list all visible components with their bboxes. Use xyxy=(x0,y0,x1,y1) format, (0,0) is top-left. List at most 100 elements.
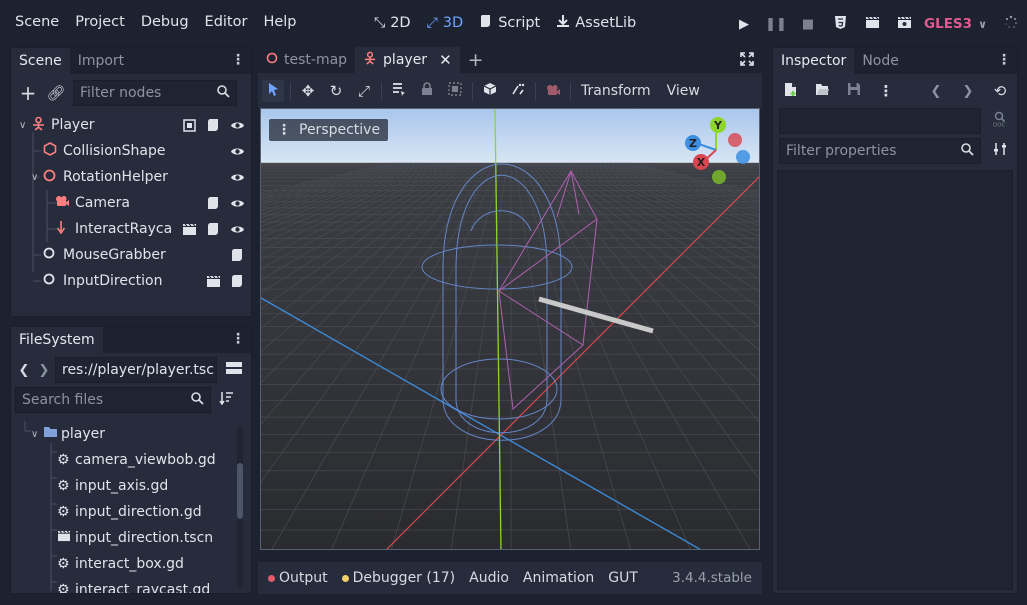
scrollbar-thumb[interactable] xyxy=(237,463,243,519)
new-tab-button[interactable]: + xyxy=(460,47,492,73)
clapper-icon[interactable] xyxy=(205,273,221,289)
add-node-button[interactable]: + xyxy=(17,81,39,105)
script-icon[interactable] xyxy=(205,117,221,133)
open-docs-button[interactable]: DOC xyxy=(989,110,1011,132)
list-select-button[interactable] xyxy=(388,80,410,102)
animation-button[interactable]: Animation xyxy=(523,570,594,586)
menu-editor[interactable]: Editor xyxy=(197,14,256,30)
scrollbar[interactable] xyxy=(237,427,243,587)
debugger-button[interactable]: Debugger (17) xyxy=(341,570,455,586)
play-scene-button[interactable] xyxy=(856,12,888,36)
dock-menu-icon[interactable]: ⋮ xyxy=(997,52,1011,68)
tab-test-map[interactable]: test-map xyxy=(258,47,355,73)
load-resource-button[interactable] xyxy=(811,80,833,102)
tab-import[interactable]: Import xyxy=(70,48,132,74)
eye-icon[interactable] xyxy=(229,117,245,133)
play-button[interactable]: ▶ xyxy=(728,12,760,36)
renderer-select[interactable]: GLES3 ∨ xyxy=(924,16,987,32)
orientation-gizmo[interactable]: Y Z X xyxy=(681,115,751,185)
script-attached-icon[interactable] xyxy=(181,117,197,133)
group-button[interactable] xyxy=(444,80,466,102)
rotate-tool-button[interactable]: ↻ xyxy=(325,80,347,102)
workspace-script-button[interactable]: Script xyxy=(479,14,540,32)
perspective-menu[interactable]: ⋮ Perspective xyxy=(269,119,389,141)
gizmo-y-label: Y xyxy=(713,119,723,132)
script-icon[interactable] xyxy=(205,221,221,237)
sort-button[interactable] xyxy=(215,389,237,411)
menu-scene[interactable]: Scene xyxy=(7,14,67,30)
collapse-arrow-icon[interactable]: ∨ xyxy=(19,120,31,131)
pause-icon: ❚❚ xyxy=(765,16,787,32)
tab-inspector[interactable]: Inspector xyxy=(773,48,855,74)
close-icon[interactable]: ✕ xyxy=(439,51,452,69)
collapse-arrow-icon[interactable]: ∨ xyxy=(31,172,43,183)
tree-row-inputdirection[interactable]: InputDirection xyxy=(11,268,251,294)
property-tools-button[interactable] xyxy=(989,140,1011,162)
history-button[interactable]: ⟲ xyxy=(989,80,1011,102)
camera-preview-button[interactable] xyxy=(542,80,564,102)
lock-button[interactable] xyxy=(416,80,438,102)
eye-icon[interactable] xyxy=(229,221,245,237)
tree-row-rotationhelper[interactable]: ∨ RotationHelper xyxy=(11,164,251,190)
filter-properties-input[interactable]: Filter properties xyxy=(779,138,982,164)
tree-row-interactraycast[interactable]: InteractRayca xyxy=(11,216,251,242)
scale-tool-button[interactable]: ⤢ xyxy=(353,80,375,102)
tree-row-mousegrabber[interactable]: MouseGrabber xyxy=(11,242,251,268)
tree-row-player[interactable]: ∨ Player xyxy=(11,112,251,138)
eye-icon[interactable] xyxy=(229,169,245,185)
forward-button[interactable]: ❯ xyxy=(35,359,53,381)
toggle-split-button[interactable] xyxy=(223,359,245,381)
instance-scene-button[interactable]: 🔗︎ xyxy=(45,82,67,104)
transform-menu[interactable]: Transform xyxy=(581,83,651,99)
filter-nodes-input[interactable]: Filter nodes xyxy=(73,80,237,106)
distraction-free-button[interactable] xyxy=(740,52,754,70)
gut-button[interactable]: GUT xyxy=(608,570,638,586)
output-button[interactable]: Output xyxy=(268,570,328,586)
clapper-icon xyxy=(865,16,880,33)
dock-menu-icon[interactable]: ⋮ xyxy=(231,331,245,347)
clapper-icon[interactable] xyxy=(181,221,197,237)
object-path-field[interactable] xyxy=(779,108,982,134)
workspace-assetlib-button[interactable]: AssetLib xyxy=(556,14,636,32)
stop-button[interactable]: ■ xyxy=(792,12,824,36)
tree-row-camera[interactable]: Camera xyxy=(11,190,251,216)
tree-label: InteractRayca xyxy=(75,221,171,237)
menu-help[interactable]: Help xyxy=(255,14,304,30)
back-button[interactable]: ❮ xyxy=(15,359,33,381)
play-custom-scene-button[interactable] xyxy=(888,12,920,36)
tab-scene[interactable]: Scene xyxy=(11,48,70,74)
tab-node[interactable]: Node xyxy=(854,48,907,74)
more-options-button[interactable]: ⋮ xyxy=(875,80,897,102)
local-space-button[interactable] xyxy=(479,80,501,102)
chevron-left-icon: ❮ xyxy=(930,83,942,99)
select-tool-button[interactable] xyxy=(262,79,284,102)
script-icon[interactable] xyxy=(229,273,245,289)
menu-debug[interactable]: Debug xyxy=(133,14,197,30)
menu-project[interactable]: Project xyxy=(67,14,133,30)
eye-icon[interactable] xyxy=(229,195,245,211)
audio-button[interactable]: Audio xyxy=(469,570,509,586)
collision-shape-icon xyxy=(43,142,63,160)
history-back-button[interactable]: ❮ xyxy=(925,80,947,102)
script-icon[interactable] xyxy=(205,195,221,211)
save-resource-button[interactable] xyxy=(843,80,865,102)
new-resource-button[interactable] xyxy=(779,80,801,102)
history-forward-button[interactable]: ❯ xyxy=(957,80,979,102)
play-html5-button[interactable] xyxy=(824,12,856,36)
script-icon[interactable] xyxy=(229,247,245,263)
move-tool-button[interactable]: ✥ xyxy=(297,80,319,102)
search-files-input[interactable]: Search files xyxy=(15,387,211,413)
tab-filesystem[interactable]: FileSystem xyxy=(11,327,103,353)
pause-button[interactable]: ❚❚ xyxy=(760,12,792,36)
view-menu[interactable]: View xyxy=(667,83,700,99)
eye-icon[interactable] xyxy=(229,143,245,159)
path-field[interactable]: res://player/player.tsc xyxy=(55,357,217,383)
tab-player[interactable]: player ✕ xyxy=(355,47,460,73)
dock-menu-icon[interactable]: ⋮ xyxy=(231,52,245,68)
tree-row-collisionshape[interactable]: CollisionShape xyxy=(11,138,251,164)
workspace-3d-button[interactable]: ⤢ 3D xyxy=(427,14,464,32)
viewport-toolbar: ✥ ↻ ⤢ Transform View xyxy=(258,73,762,108)
workspace-2d-button[interactable]: ⤡ 2D xyxy=(374,14,411,32)
3d-viewport[interactable]: ⋮ Perspective Y Z X xyxy=(260,108,760,550)
snap-button[interactable] xyxy=(507,80,529,102)
